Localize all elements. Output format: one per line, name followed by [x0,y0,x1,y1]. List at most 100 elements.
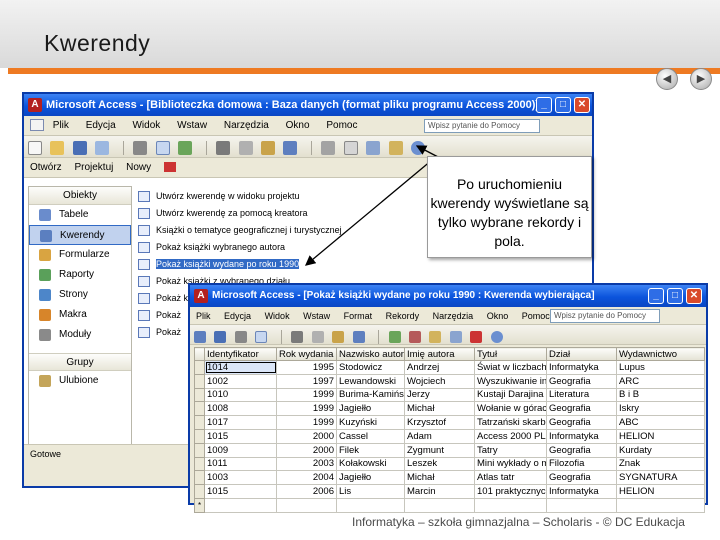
column-header[interactable]: Rok wydania [276,347,337,361]
table-cell[interactable]: Kurdaty [616,442,705,458]
undo-icon[interactable] [352,330,365,343]
table-cell[interactable]: Literatura [546,387,617,403]
copy-icon[interactable] [311,330,324,343]
select-all-cell[interactable] [194,347,205,361]
delete-record-icon[interactable] [470,330,483,343]
column-header[interactable]: Nazwisko autora [336,347,405,361]
row-selector[interactable] [194,456,205,472]
table-cell[interactable]: SYGNATURA [616,470,705,486]
table-cell[interactable]: 1002 [204,373,277,389]
menu-widok[interactable]: Widok [265,307,290,325]
table-cell[interactable]: ARC [616,373,705,389]
row-selector[interactable] [194,360,205,375]
table-cell[interactable]: Andrzej [404,360,475,375]
table-cell[interactable]: 2003 [276,456,337,472]
table-cell[interactable]: 1999 [276,387,337,403]
table-cell[interactable] [276,497,337,513]
table-cell[interactable]: Znak [616,456,705,472]
table-cell[interactable]: Geografia [546,415,617,430]
row-selector[interactable] [194,415,205,430]
table-cell[interactable]: 1008 [204,401,277,417]
table-cell[interactable]: Wojciech [404,373,475,389]
help-icon[interactable] [490,330,503,343]
table-cell[interactable]: 1014 [204,360,277,375]
table-cell[interactable]: 2000 [276,442,337,458]
table-cell[interactable]: 2006 [276,484,337,499]
table-cell[interactable]: Filozofia [546,456,617,472]
table-cell[interactable]: Stodowicz [336,360,405,375]
table-cell[interactable]: Kuzyński [336,415,405,430]
table-cell[interactable]: 2000 [276,428,337,444]
table-row[interactable]: 1003 2004 Jagiełło Michał Atlas tatr Geografi… [194,470,705,486]
table-cell[interactable]: 1017 [204,415,277,430]
table-cell[interactable]: Lewandowski [336,373,405,389]
table-cell[interactable]: 1997 [276,373,337,389]
menu-narzedzia[interactable]: Narzędzia [433,307,474,325]
table-cell[interactable]: 1015 [204,428,277,444]
row-selector[interactable] [194,442,205,458]
table-cell[interactable]: Zygmunt [404,442,475,458]
menu-pomoc[interactable]: Pomoc [522,307,550,325]
table-cell[interactable] [204,497,277,513]
column-header[interactable]: Tytuł [474,347,547,361]
table-cell[interactable]: B i B [616,387,705,403]
table-row[interactable]: 1009 2000 Filek Zygmunt Tatry Geografia Kurdat… [194,442,705,458]
table-cell[interactable]: Krzysztof [404,415,475,430]
table-cell[interactable]: HELION [616,428,705,444]
table-cell[interactable]: Tatrzański skarb [474,415,547,430]
table-cell[interactable]: Geografia [546,470,617,486]
table-row[interactable]: 1008 1999 Jagiełło Michał Wołanie w górach Ge… [194,401,705,417]
sort-descending-icon[interactable] [408,330,421,343]
menu-format[interactable]: Format [344,307,373,325]
cut-icon[interactable] [291,330,304,343]
table-cell[interactable]: Burima-Kamińska [336,387,405,403]
table-cell[interactable]: ABC [616,415,705,430]
table-cell[interactable]: 1995 [276,360,337,375]
table-cell[interactable]: 1010 [204,387,277,403]
column-header[interactable]: Wydawnictwo [616,347,705,361]
preview-icon[interactable] [255,330,268,343]
table-cell[interactable]: Michał [404,470,475,486]
table-cell[interactable]: 1015 [204,484,277,499]
row-selector[interactable] [194,387,205,403]
table-cell[interactable]: Jagiełło [336,401,405,417]
new-record-marker[interactable]: * [194,497,205,513]
maximize-button[interactable]: □ [667,288,683,304]
table-cell[interactable]: 2004 [276,470,337,486]
table-cell[interactable]: Mini wykłady o maxi [474,456,547,472]
table-cell[interactable]: 1999 [276,401,337,417]
menu-wstaw[interactable]: Wstaw [303,307,330,325]
table-cell[interactable]: 1999 [276,415,337,430]
table-row[interactable]: 1015 2006 Lis Marcin 101 praktycznych Informa… [194,484,705,499]
table-cell[interactable]: Iskry [616,401,705,417]
row-selector[interactable] [194,470,205,486]
table-cell[interactable]: Michał [404,401,475,417]
menu-edycja[interactable]: Edycja [224,307,251,325]
table-cell[interactable] [546,497,617,513]
table-cell[interactable]: Access 2000 PL [474,428,547,444]
new-record-row[interactable]: * [194,497,705,513]
table-cell[interactable] [474,497,547,513]
view-icon[interactable] [194,330,206,343]
table-cell[interactable]: Lis [336,484,405,499]
table-cell[interactable]: Leszek [404,456,475,472]
table-cell[interactable]: Świat w liczbach [474,360,547,375]
table-cell[interactable]: Wyszukiwanie informacji [474,373,547,389]
table-cell[interactable]: HELION [616,484,705,499]
table-cell[interactable]: 1011 [204,456,277,472]
table-cell[interactable]: Informatyka [546,484,617,499]
table-cell[interactable]: Kołakowski [336,456,405,472]
menu-plik[interactable]: Plik [196,307,211,325]
menu-okno[interactable]: Okno [487,307,509,325]
row-selector[interactable] [194,484,205,499]
table-row[interactable]: 1017 1999 Kuzyński Krzysztof Tatrzański skar… [194,415,705,430]
table-row[interactable]: 10112003KołakowskiLeszekMini wykłady o m… [194,456,705,472]
table-cell[interactable]: Wołanie w górach [474,401,547,417]
table-cell[interactable]: Marcin [404,484,475,499]
table-cell[interactable] [336,497,405,513]
table-cell[interactable]: Cassel [336,428,405,444]
table-cell[interactable]: Adam [404,428,475,444]
table-cell[interactable] [404,497,475,513]
paste-icon[interactable] [332,330,345,343]
table-row[interactable]: 10101999Burima-KamińskaJerzyKustaji Dara… [194,387,705,403]
